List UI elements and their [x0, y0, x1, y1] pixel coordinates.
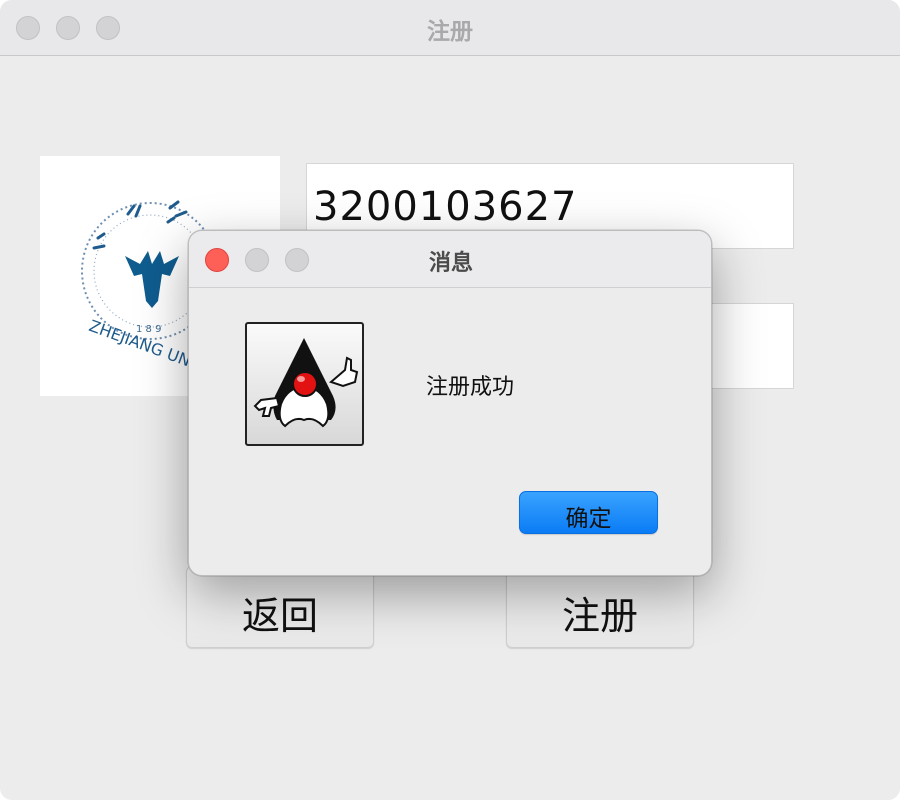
message-dialog: 消息 注册成功 确定 [188, 230, 712, 576]
title-bar: 注册 [0, 0, 900, 56]
register-button[interactable]: 注册 [506, 566, 694, 648]
student-id-value: 3200103627 [313, 184, 578, 230]
dialog-title-bar: 消息 [189, 231, 711, 288]
register-window: 注册 1 8 9 ZHEJIANG UNI 3200103627 返回 注册 消… [0, 0, 900, 800]
java-duke-icon [245, 322, 364, 446]
ok-button[interactable]: 确定 [519, 491, 658, 534]
dialog-message: 注册成功 [426, 375, 515, 400]
dialog-title: 消息 [428, 251, 473, 276]
back-button[interactable]: 返回 [186, 566, 374, 648]
window-title: 注册 [427, 19, 473, 45]
